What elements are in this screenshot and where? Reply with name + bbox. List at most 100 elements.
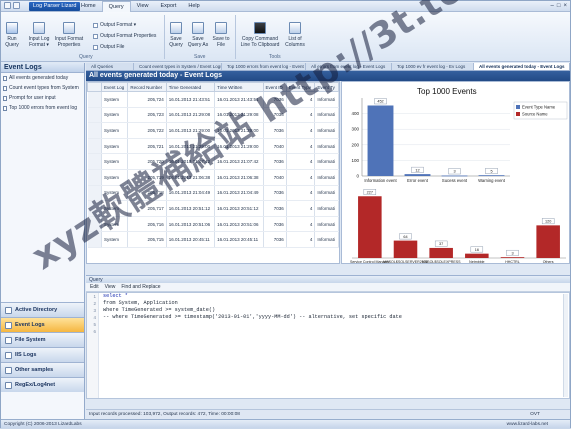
table-cell[interactable]: 7040 <box>263 138 287 155</box>
copy-command-line-button[interactable]: Copy Command Line To Clipboard <box>237 22 283 48</box>
app-title[interactable]: Log Parser Lizard <box>29 2 81 11</box>
tree-item[interactable]: Prompt for user input <box>1 93 84 103</box>
menu-find-replace[interactable]: Find and Replace <box>121 283 160 291</box>
table-cell[interactable]: 7036 <box>263 122 287 139</box>
doc-tab[interactable]: All errors from event log - Event Logs <box>306 63 392 70</box>
table-row[interactable]: System 205,723 16.01.2013 21:29:08 16.01.20… <box>87 107 339 124</box>
table-cell[interactable]: 16.01.2013 21:07:42 <box>166 153 216 170</box>
row-header[interactable] <box>87 138 102 155</box>
table-cell[interactable]: 205,718 <box>127 185 167 202</box>
table-row[interactable]: System 205,718 16.01.2013 21:04:49 16.01.20… <box>87 185 339 202</box>
table-cell[interactable]: 16.01.2013 20:51:06 <box>166 216 216 233</box>
table-cell[interactable]: System <box>101 200 129 217</box>
table-cell[interactable]: 4 <box>286 138 316 155</box>
row-header[interactable] <box>87 169 102 186</box>
row-header[interactable] <box>87 200 102 217</box>
table-cell[interactable]: Informati <box>314 153 339 170</box>
table-cell[interactable]: 16.01.2013 21:29:00 <box>166 138 216 155</box>
table-cell[interactable]: 7036 <box>263 107 287 124</box>
results-grid[interactable]: Event Log Record Number Time Generated T… <box>86 81 340 264</box>
table-cell[interactable]: 205,715 <box>127 231 167 248</box>
table-cell[interactable]: 16.01.2013 20:45:11 <box>166 231 216 248</box>
table-cell[interactable]: 16.01.2013 21:29:00 <box>166 122 216 139</box>
table-cell[interactable]: Informati <box>314 231 339 248</box>
table-cell[interactable]: 205,722 <box>127 122 167 139</box>
table-cell[interactable]: 205,723 <box>127 107 167 124</box>
table-cell[interactable]: System <box>101 138 129 155</box>
nav-event-logs[interactable]: Event Logs <box>1 317 84 332</box>
table-cell[interactable]: System <box>101 185 129 202</box>
column-header[interactable]: Event Log <box>100 82 129 92</box>
tree-item[interactable]: Count event types from System <box>1 83 84 93</box>
menu-view[interactable]: View <box>105 283 116 291</box>
table-cell[interactable]: System <box>101 91 129 108</box>
row-header[interactable] <box>87 107 102 124</box>
run-query-button[interactable]: Run Query <box>3 22 21 48</box>
output-file-button[interactable]: Output File <box>93 44 124 50</box>
row-header[interactable] <box>87 91 102 108</box>
table-row[interactable]: System 205,721 16.01.2013 21:29:00 16.01.20… <box>87 138 339 155</box>
code-area[interactable]: select * from System, Application where … <box>103 293 402 321</box>
table-cell[interactable]: 4 <box>286 122 316 139</box>
table-cell[interactable]: 16.01.2013 20:51:12 <box>214 200 264 217</box>
output-properties-button[interactable]: Output Format Properties <box>93 33 156 39</box>
column-header[interactable]: Record Number <box>127 82 167 92</box>
table-cell[interactable]: 7036 <box>263 91 287 108</box>
table-cell[interactable]: 4 <box>286 107 316 124</box>
input-format-button[interactable]: Input Log Format ▾ <box>27 22 51 48</box>
table-cell[interactable]: 16.01.2013 21:29:00 <box>214 138 264 155</box>
table-cell[interactable]: 205,721 <box>127 138 167 155</box>
table-row[interactable]: System 205,719 16.01.2013 21:06:38 16.01.20… <box>87 169 339 186</box>
table-row[interactable]: System 205,716 16.01.2013 20:51:06 16.01.20… <box>87 216 339 233</box>
app-icon[interactable] <box>4 2 11 9</box>
table-cell[interactable]: System <box>101 122 129 139</box>
list-of-columns-button[interactable]: List of Columns <box>284 22 306 48</box>
table-cell[interactable]: 16.01.2013 21:06:38 <box>214 169 264 186</box>
table-cell[interactable]: 16.01.2013 21:04:49 <box>166 185 216 202</box>
table-cell[interactable]: Informati <box>314 107 339 124</box>
close-icon[interactable]: × <box>563 2 567 10</box>
table-cell[interactable]: Informati <box>314 122 339 139</box>
table-cell[interactable]: 16.01.2013 21:29:08 <box>166 107 216 124</box>
row-header[interactable] <box>87 185 102 202</box>
table-row[interactable]: System 205,722 16.01.2013 21:29:00 16.01.20… <box>87 122 339 139</box>
column-header[interactable]: Event Ty <box>314 82 339 92</box>
save-icon[interactable] <box>13 2 20 9</box>
save-to-file-button[interactable]: Save to File <box>212 22 230 48</box>
table-cell[interactable]: 16.01.2013 21:04:49 <box>214 185 264 202</box>
row-header[interactable] <box>87 216 102 233</box>
table-cell[interactable]: 4 <box>286 185 316 202</box>
table-cell[interactable]: 16.01.2013 21:07:42 <box>214 153 264 170</box>
table-cell[interactable]: System <box>101 216 129 233</box>
tree-item[interactable]: All events generated today <box>1 73 84 83</box>
table-cell[interactable]: 16.01.2013 20:51:12 <box>166 200 216 217</box>
save-query-as-button[interactable]: Save Query As <box>187 22 209 48</box>
table-cell[interactable]: 16.01.2013 20:45:11 <box>214 231 264 248</box>
table-cell[interactable]: 7036 <box>263 153 287 170</box>
table-row[interactable]: System 205,715 16.01.2013 20:45:11 16.01.20… <box>87 231 339 248</box>
table-cell[interactable]: 16.01.2013 21:29:08 <box>214 107 264 124</box>
table-cell[interactable]: System <box>101 169 129 186</box>
doc-tab[interactable]: Count event types in System / Event Logs <box>134 63 222 70</box>
row-header[interactable] <box>87 231 102 248</box>
table-cell[interactable]: Informati <box>314 169 339 186</box>
table-cell[interactable]: 205,724 <box>127 91 167 108</box>
table-cell[interactable]: 16.01.2013 21:29:00 <box>214 122 264 139</box>
nav-regex-log4net[interactable]: RegEx/Log4net <box>1 377 84 392</box>
column-header[interactable]: Time Generated <box>165 82 216 92</box>
row-header[interactable] <box>87 153 102 170</box>
table-cell[interactable]: 205,716 <box>127 216 167 233</box>
table-cell[interactable]: Informati <box>314 216 339 233</box>
table-cell[interactable]: Informati <box>314 91 339 108</box>
output-format-button[interactable]: Output Format ▾ <box>93 22 136 28</box>
tree-item[interactable]: Top 1000 errors from event log <box>1 103 84 113</box>
table-cell[interactable]: 7036 <box>263 185 287 202</box>
table-cell[interactable]: System <box>101 231 129 248</box>
table-cell[interactable]: 205,717 <box>127 200 167 217</box>
input-properties-button[interactable]: Input Format Properties <box>54 22 84 48</box>
doc-tab[interactable]: All Queries <box>86 63 134 70</box>
table-cell[interactable]: 4 <box>286 169 316 186</box>
nav-active-directory[interactable]: Active Directory <box>1 302 84 317</box>
row-header[interactable] <box>87 122 102 139</box>
nav-file-system[interactable]: File System <box>1 332 84 347</box>
